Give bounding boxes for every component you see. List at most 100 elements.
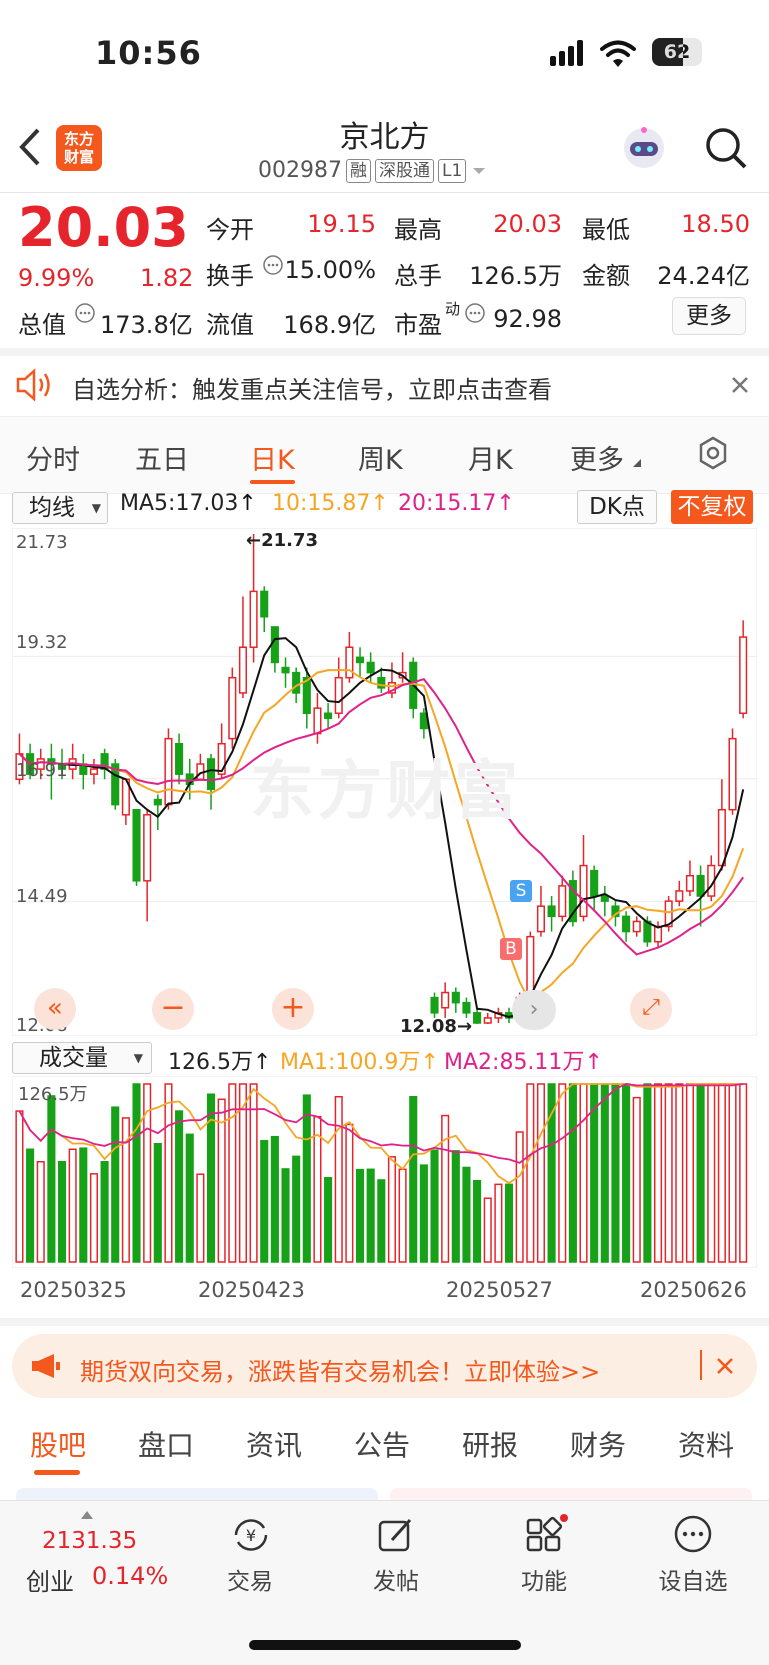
ma20-value: 20:15.17	[398, 491, 497, 516]
btab-orderbook[interactable]: 盘口	[138, 1424, 194, 1464]
btab-announcement[interactable]: 公告	[354, 1424, 410, 1464]
tab-intraday[interactable]: 分时	[26, 438, 80, 477]
index-name[interactable]: 创业	[26, 1562, 74, 1597]
battery-level: 62	[663, 41, 691, 63]
btab-research[interactable]: 研报	[462, 1424, 518, 1464]
up-triangle-icon	[81, 1511, 93, 1519]
volume-bar	[536, 1083, 545, 1263]
current-price: 20.03	[18, 196, 189, 259]
tag-margin: 融	[345, 158, 371, 183]
vol-ma1-value: MA1:100.9万	[280, 1050, 421, 1075]
date-tick-0: 20250325	[20, 1278, 127, 1302]
nav-post[interactable]: 发帖	[346, 1562, 446, 1596]
candle-body	[206, 758, 216, 791]
fullscreen-icon[interactable]: ⤢	[630, 988, 672, 1030]
adjust-toggle-button[interactable]: 不复权	[671, 490, 753, 524]
candle-body	[292, 671, 301, 694]
volume-bar	[526, 1083, 535, 1263]
robot-assistant-icon[interactable]	[620, 124, 668, 172]
alert-text[interactable]: 自选分析：触发重点关注信号，立即点击查看	[72, 370, 552, 405]
more-circle-icon[interactable]	[673, 1514, 713, 1554]
volume-bar	[292, 1155, 301, 1263]
amount-value: 24.24亿	[657, 262, 750, 290]
turnover-value: 15.00%	[284, 256, 376, 284]
promo-text[interactable]: 期货双向交易，涨跌皆有交易机会！立即体验>>	[80, 1352, 600, 1387]
volume-bar	[430, 1149, 439, 1263]
indicator-selector[interactable]: 均线 ▼	[12, 492, 108, 524]
volume-bar	[185, 1133, 194, 1263]
tab-monthly-k[interactable]: 月K	[468, 438, 513, 477]
close-icon[interactable]	[730, 375, 750, 395]
volume-bar	[57, 1160, 67, 1263]
candle-body	[270, 626, 279, 664]
active-tab-underline	[250, 480, 295, 484]
gear-icon[interactable]	[696, 436, 730, 470]
sell-marker[interactable]: S	[510, 880, 532, 902]
cellular-signal-icon	[550, 40, 583, 66]
volume-bar	[313, 1115, 322, 1263]
y-tick-2: 16.91	[16, 760, 68, 781]
trade-icon[interactable]: ¥	[230, 1516, 272, 1554]
next-button[interactable]: ›	[512, 990, 556, 1030]
label-total-value: 总值	[18, 311, 66, 339]
volume-bar	[324, 1176, 333, 1263]
volume-chart[interactable]	[12, 1076, 757, 1268]
compose-icon[interactable]	[376, 1516, 416, 1554]
btab-finance[interactable]: 财务	[570, 1424, 626, 1464]
volume-top-tick: 126.5万	[18, 1084, 88, 1105]
candle-body	[345, 646, 354, 679]
grid-apps-icon[interactable]	[524, 1514, 568, 1554]
candle-body	[632, 920, 641, 933]
zoom-out-button[interactable]: −	[152, 988, 194, 1030]
candle-body	[462, 1001, 471, 1014]
close-icon[interactable]	[716, 1357, 734, 1375]
nav-trade[interactable]: 交易	[200, 1562, 300, 1596]
zoom-in-button[interactable]: +	[272, 988, 314, 1030]
ma5-value: MA5:17.03	[120, 491, 239, 516]
open-value: 19.15	[307, 210, 376, 238]
volume-bar	[696, 1083, 705, 1263]
volume-bar	[387, 1156, 396, 1263]
candle-body	[334, 676, 343, 714]
change-amount: 1.82	[140, 264, 194, 292]
tab-weekly-k[interactable]: 周K	[358, 438, 403, 477]
y-tick-3: 14.49	[16, 886, 68, 907]
volume-bar	[132, 1083, 141, 1263]
dk-point-button[interactable]: DK点	[577, 490, 657, 524]
volume-indicator-selector[interactable]: 成交量 ▼	[12, 1042, 152, 1074]
volume-bar	[558, 1083, 567, 1263]
more-quote-button[interactable]: 更多	[672, 297, 746, 335]
chevron-down-icon: ▼	[133, 1051, 143, 1065]
volume-bar	[249, 1083, 258, 1263]
candle-body	[132, 808, 141, 882]
candle-body	[441, 991, 450, 1009]
buy-marker[interactable]: B	[500, 938, 522, 960]
volume-value: 126.5万	[469, 262, 562, 290]
volume-bar	[685, 1083, 694, 1263]
tab-five-day[interactable]: 五日	[135, 438, 189, 477]
btab-profile[interactable]: 资料	[678, 1424, 734, 1464]
search-icon[interactable]	[704, 126, 748, 170]
nav-features[interactable]: 功能	[494, 1562, 594, 1596]
volume-bar	[398, 1168, 407, 1263]
volume-bar	[345, 1123, 354, 1263]
nav-watchlist[interactable]: 设自选	[643, 1562, 743, 1596]
candle-body	[451, 991, 460, 1004]
tab-daily-k[interactable]: 日K	[250, 438, 295, 477]
index-pct[interactable]: 0.14%	[92, 1562, 168, 1590]
volume-bar	[79, 1147, 88, 1263]
scroll-left-button[interactable]: «	[34, 988, 76, 1030]
ma5-label: MA5:17.03↑	[120, 491, 257, 516]
total-value: 173.8亿	[100, 311, 193, 339]
volume-bar	[611, 1083, 620, 1263]
tag-level: L1	[437, 158, 467, 183]
volume-bar	[739, 1083, 748, 1263]
tab-more[interactable]: 更多	[570, 438, 624, 477]
info-icon[interactable]	[74, 302, 96, 324]
dropdown-icon[interactable]	[470, 165, 488, 177]
btab-news[interactable]: 资讯	[246, 1424, 302, 1464]
btab-forum[interactable]: 股吧	[30, 1424, 86, 1464]
volume-bar	[377, 1179, 386, 1263]
index-value[interactable]: 2131.35	[42, 1528, 137, 1554]
candle-body	[249, 590, 258, 648]
